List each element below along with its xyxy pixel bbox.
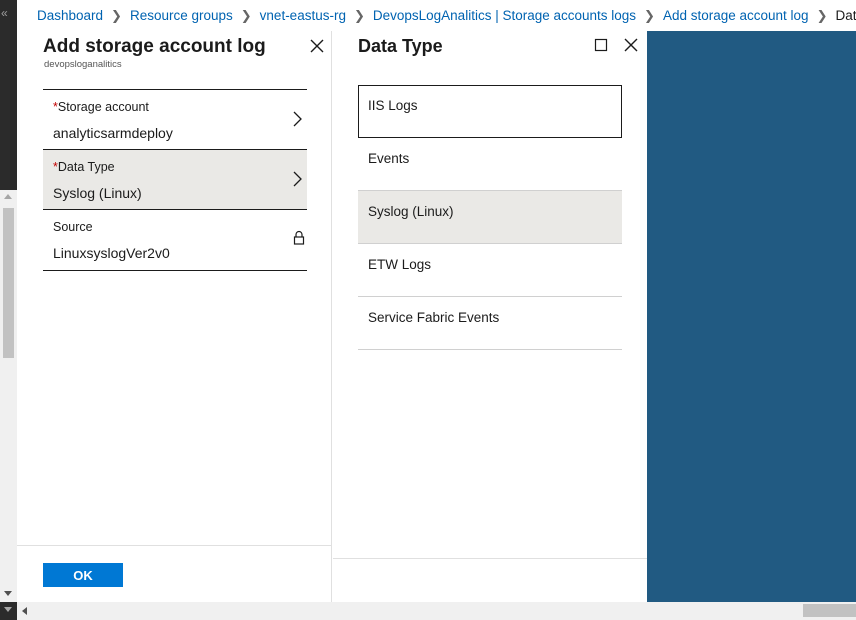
data-type-blade: Data Type IIS Logs Events Syslog (Linux)… — [333, 31, 647, 602]
add-storage-account-log-blade: Add storage account log devopsloganaliti… — [17, 31, 332, 602]
blade-subtitle: devopsloganalitics — [44, 59, 122, 70]
data-type-option-etw-logs[interactable]: ETW Logs — [358, 244, 622, 297]
chevron-right-icon — [293, 171, 302, 187]
ok-button[interactable]: OK — [43, 563, 123, 587]
field-label: Source — [53, 220, 93, 234]
close-icon[interactable] — [308, 37, 326, 55]
chevron-right-icon — [293, 111, 302, 127]
field-label: Storage account — [57, 100, 149, 114]
breadcrumb-add-storage-account-log[interactable]: Add storage account log — [663, 8, 809, 23]
horizontal-scrollbar[interactable] — [17, 602, 856, 620]
vertical-scroll-thumb[interactable] — [3, 208, 14, 358]
data-type-option-syslog[interactable]: Syslog (Linux) — [358, 191, 622, 244]
field-divider — [43, 270, 307, 271]
horizontal-scroll-thumb[interactable] — [803, 604, 856, 617]
maximize-icon[interactable] — [594, 38, 608, 52]
breadcrumb-storage-accounts-logs[interactable]: DevopsLogAnalitics | Storage accounts lo… — [373, 8, 636, 23]
field-value: analyticsarmdeploy — [53, 125, 173, 141]
azure-portal-window: « Dashboard ❯ Resource groups ❯ vnet-eas… — [0, 0, 856, 620]
storage-account-field[interactable]: *Storage account analyticsarmdeploy — [43, 89, 307, 149]
breadcrumb-current: Data Type — [835, 8, 856, 23]
chevron-right-icon: ❯ — [644, 7, 655, 23]
scrollbar-corner — [0, 602, 17, 620]
collapse-sidebar-icon[interactable]: « — [1, 6, 8, 20]
breadcrumb-resource-group[interactable]: vnet-eastus-rg — [260, 8, 346, 23]
source-field: Source LinuxsyslogVer2v0 — [43, 209, 307, 269]
field-label: Data Type — [57, 160, 115, 174]
chevron-right-icon: ❯ — [816, 7, 828, 23]
data-type-option-service-fabric-events[interactable]: Service Fabric Events — [358, 297, 622, 350]
scroll-down-icon[interactable] — [4, 607, 12, 612]
lock-icon — [293, 230, 305, 245]
breadcrumb-resource-groups[interactable]: Resource groups — [130, 8, 233, 23]
vertical-scrollbar[interactable] — [0, 190, 17, 602]
data-type-field[interactable]: *Data Type Syslog (Linux) — [43, 149, 307, 209]
blade-title: Data Type — [358, 36, 443, 56]
breadcrumb-dashboard[interactable]: Dashboard — [37, 8, 103, 23]
data-type-option-iis-logs[interactable]: IIS Logs — [358, 85, 622, 138]
breadcrumb: Dashboard ❯ Resource groups ❯ vnet-eastu… — [17, 0, 856, 31]
scroll-up-icon[interactable] — [4, 194, 12, 199]
blade-footer: OK — [17, 545, 331, 602]
chevron-right-icon: ❯ — [111, 7, 122, 23]
close-icon[interactable] — [623, 37, 639, 53]
scroll-left-icon[interactable] — [22, 607, 27, 615]
scroll-down-icon[interactable] — [4, 591, 12, 596]
chevron-right-icon: ❯ — [240, 7, 252, 23]
blade-footer — [333, 558, 647, 559]
field-value: Syslog (Linux) — [53, 185, 142, 201]
data-type-option-events[interactable]: Events — [358, 138, 622, 191]
portal-backdrop — [647, 31, 856, 602]
chevron-right-icon: ❯ — [353, 7, 365, 23]
field-value: LinuxsyslogVer2v0 — [53, 245, 170, 261]
blade-title: Add storage account log — [43, 36, 266, 57]
